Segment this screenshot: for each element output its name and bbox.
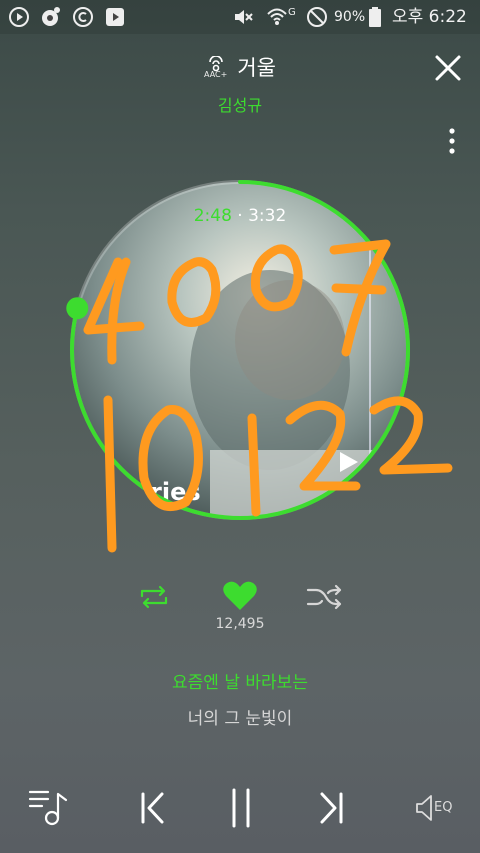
- more-vert-icon[interactable]: [446, 126, 458, 156]
- lyric-next-line[interactable]: 너의 그 눈빛이: [0, 704, 480, 729]
- dnd-icon: [307, 7, 327, 27]
- repeat-icon[interactable]: [136, 584, 172, 610]
- shuffle-icon[interactable]: [306, 584, 344, 610]
- song-title-bar: AAC+ 거울: [0, 52, 480, 82]
- next-icon[interactable]: [316, 790, 346, 826]
- wifi-icon: [267, 8, 287, 25]
- playlist-icon[interactable]: [28, 788, 70, 826]
- battery-icon: [369, 7, 381, 27]
- album-disc[interactable]: ries: [40, 170, 440, 570]
- copyright-icon: [73, 7, 93, 27]
- media-player-icon: [106, 8, 124, 26]
- time-separator: ·: [237, 206, 243, 226]
- status-bar: G 90% 오후 6:22: [0, 0, 480, 34]
- music-app-icon: [42, 7, 60, 26]
- battery-percent: 90%: [334, 9, 366, 25]
- network-type: G: [288, 7, 296, 18]
- aac-label: AAC+: [204, 69, 228, 79]
- album-art-text: ries: [150, 478, 201, 506]
- playback-time: 2:48 · 3:32: [0, 206, 480, 226]
- aac-badge: AAC+: [204, 55, 228, 79]
- close-icon[interactable]: [432, 52, 464, 84]
- clock: 오후 6:22: [392, 7, 467, 27]
- mute-icon: [235, 10, 253, 24]
- eq-label: EQ: [434, 800, 453, 815]
- heart-icon[interactable]: [222, 580, 258, 612]
- lyric-current-line[interactable]: 요즘엔 날 바라보는: [0, 668, 480, 693]
- artist-name[interactable]: 김성규: [0, 92, 480, 116]
- pause-icon[interactable]: [228, 786, 254, 830]
- song-title: 거울: [237, 56, 276, 80]
- equalizer-button[interactable]: EQ: [414, 792, 458, 824]
- progress-knob[interactable]: [66, 297, 89, 320]
- previous-icon[interactable]: [138, 790, 168, 826]
- speaker-icon: [416, 795, 432, 821]
- play-circle-icon: [9, 7, 29, 27]
- like-count: 12,495: [215, 616, 265, 632]
- total-time: 3:32: [248, 206, 287, 226]
- current-time: 2:48: [193, 206, 232, 226]
